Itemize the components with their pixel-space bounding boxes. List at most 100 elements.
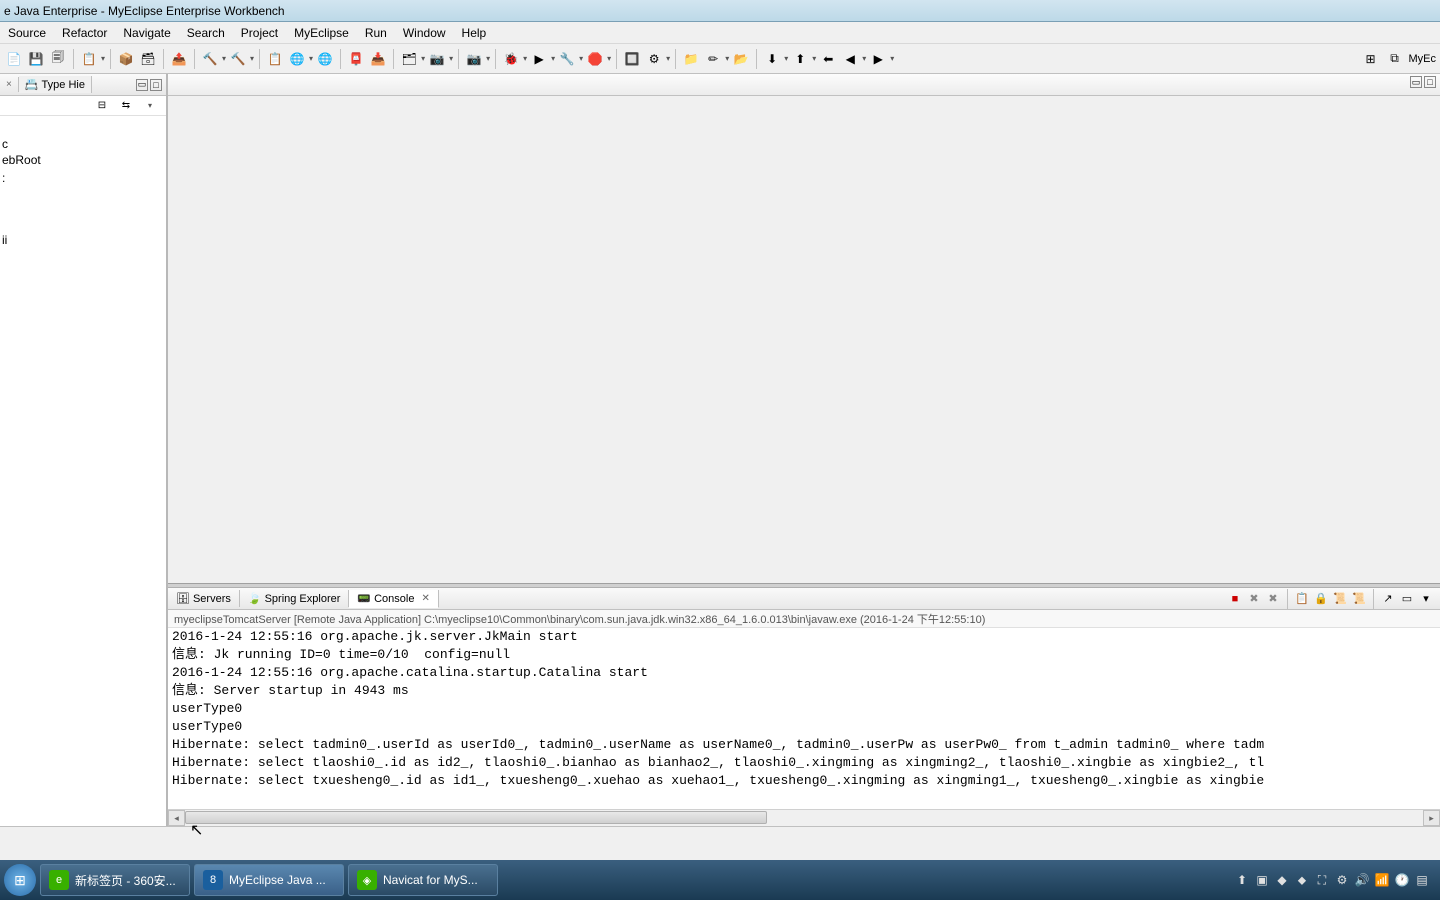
menu-window[interactable]: Window <box>395 26 454 40</box>
toolbar-button-icon[interactable]: 🐞 <box>501 49 521 69</box>
tree-item[interactable] <box>2 190 164 192</box>
toolbar-button-icon[interactable]: 🗃 <box>138 49 158 69</box>
menu-navigate[interactable]: Navigate <box>115 26 178 40</box>
toolbar-button-icon[interactable]: 🌐 <box>315 49 335 69</box>
toolbar-button-icon[interactable]: 📦 <box>116 49 136 69</box>
tray-icon[interactable]: 🔊 <box>1354 872 1370 888</box>
toolbar-button-icon[interactable]: 📋 <box>79 49 99 69</box>
start-button[interactable]: ⊞ <box>4 864 36 896</box>
tree-item[interactable]: ii <box>2 232 164 248</box>
tab-console[interactable]: 📟 Console ✕ <box>349 590 438 608</box>
menu-source[interactable]: Source <box>0 26 54 40</box>
view-menu-icon[interactable]: ▾ <box>140 96 160 116</box>
console-tool-icon[interactable]: 📜 <box>1332 591 1348 607</box>
toolbar-button-icon[interactable]: 🔨 <box>200 49 220 69</box>
toolbar-button-icon[interactable]: ◀ <box>840 49 860 69</box>
toolbar-button-icon[interactable]: 📥 <box>368 49 388 69</box>
dropdown-arrow-icon[interactable]: ▾ <box>862 54 866 63</box>
dropdown-arrow-icon[interactable]: ▾ <box>725 54 729 63</box>
dropdown-arrow-icon[interactable]: ▾ <box>449 54 453 63</box>
toolbar-button-icon[interactable]: 📁 <box>681 49 701 69</box>
toolbar-button-icon[interactable]: ▶ <box>529 49 549 69</box>
toolbar-button-icon[interactable]: 💾 <box>26 49 46 69</box>
dropdown-arrow-icon[interactable]: ▾ <box>523 54 527 63</box>
toolbar-button-icon[interactable]: ⬇ <box>762 49 782 69</box>
taskbar-item-browser[interactable]: e 新标签页 - 360安... <box>40 864 190 896</box>
toolbar-button-icon[interactable]: 📮 <box>346 49 366 69</box>
close-icon[interactable]: × <box>6 79 12 90</box>
collapse-all-icon[interactable]: ⊟ <box>92 96 112 116</box>
tab-spring-explorer[interactable]: 🍃 Spring Explorer <box>240 590 350 607</box>
toolbar-button-icon[interactable]: 📄 <box>4 49 24 69</box>
dropdown-arrow-icon[interactable]: ▾ <box>666 54 670 63</box>
dropdown-arrow-icon[interactable]: ▾ <box>486 54 490 63</box>
toolbar-button-icon[interactable]: ✏ <box>703 49 723 69</box>
dropdown-arrow-icon[interactable]: ▾ <box>222 54 226 63</box>
terminate-icon[interactable]: ■ <box>1227 591 1243 607</box>
toolbar-button-icon[interactable]: 📋 <box>265 49 285 69</box>
perspective-label[interactable]: MyEc <box>1409 53 1437 65</box>
dropdown-arrow-icon[interactable]: ▾ <box>101 54 105 63</box>
menu-myeclipse[interactable]: MyEclipse <box>286 26 357 40</box>
maximize-editor-icon[interactable]: □ <box>1424 76 1436 88</box>
tray-icon[interactable]: ▣ <box>1254 872 1270 888</box>
tree-item[interactable]: : <box>2 170 164 186</box>
console-tool-icon[interactable]: 🔒 <box>1313 591 1329 607</box>
dropdown-arrow-icon[interactable]: ▾ <box>607 54 611 63</box>
console-tool-icon[interactable]: ↗ <box>1380 591 1396 607</box>
menu-help[interactable]: Help <box>454 26 495 40</box>
tray-icon[interactable]: ⚙ <box>1334 872 1350 888</box>
toolbar-button-icon[interactable]: 📷 <box>427 49 447 69</box>
close-tab-icon[interactable]: ✕ <box>421 593 429 604</box>
tray-icon[interactable]: ⬥ <box>1294 872 1310 888</box>
console-tool-icon[interactable]: 📋 <box>1294 591 1310 607</box>
tray-icon[interactable]: ⛶ <box>1314 872 1330 888</box>
toolbar-button-icon[interactable]: 🗐 <box>48 49 68 69</box>
dropdown-arrow-icon[interactable]: ▾ <box>309 54 313 63</box>
link-editor-icon[interactable]: ⇆ <box>116 96 136 116</box>
console-tool-icon[interactable]: 📜 <box>1351 591 1367 607</box>
dropdown-arrow-icon[interactable]: ▾ <box>784 54 788 63</box>
tree-item[interactable]: ebRoot <box>2 152 164 168</box>
toolbar-button-icon[interactable]: ⚙ <box>644 49 664 69</box>
dropdown-arrow-icon[interactable]: ▾ <box>421 54 425 63</box>
scroll-thumb[interactable] <box>185 811 767 824</box>
minimize-view-icon[interactable]: ▭ <box>136 79 148 91</box>
console-tool-icon[interactable]: ▭ <box>1399 591 1415 607</box>
toolbar-button-icon[interactable]: ⬅ <box>818 49 838 69</box>
package-explorer-tree[interactable]: c ebRoot : ii <box>0 116 166 826</box>
menu-project[interactable]: Project <box>233 26 286 40</box>
taskbar-item-navicat[interactable]: ◈ Navicat for MyS... <box>348 864 498 896</box>
minimize-editor-icon[interactable]: ▭ <box>1410 76 1422 88</box>
toolbar-button-icon[interactable]: 📤 <box>169 49 189 69</box>
menu-run[interactable]: Run <box>357 26 395 40</box>
taskbar-item-myeclipse[interactable]: 8 MyEclipse Java ... <box>194 864 344 896</box>
scroll-left-icon[interactable]: ◂ <box>168 810 185 826</box>
toolbar-button-icon[interactable]: 🗂 <box>399 49 419 69</box>
tray-icon[interactable]: ⬆ <box>1234 872 1250 888</box>
tree-item[interactable]: c <box>2 136 164 152</box>
toolbar-button-icon[interactable]: 📂 <box>731 49 751 69</box>
tray-icon[interactable]: ◆ <box>1274 872 1290 888</box>
tray-icon[interactable]: 📶 <box>1374 872 1390 888</box>
remove-launch-icon[interactable]: ✖ <box>1246 591 1262 607</box>
perspective-myeclipse-icon[interactable]: ⧉ <box>1385 49 1405 69</box>
scroll-right-icon[interactable]: ▸ <box>1423 810 1440 826</box>
dropdown-arrow-icon[interactable]: ▾ <box>579 54 583 63</box>
toolbar-button-icon[interactable]: ⬆ <box>790 49 810 69</box>
horizontal-scrollbar[interactable]: ◂ ▸ <box>168 809 1440 826</box>
scroll-track[interactable] <box>185 810 1423 826</box>
toolbar-button-icon[interactable]: ▶ <box>868 49 888 69</box>
menu-refactor[interactable]: Refactor <box>54 26 115 40</box>
dropdown-arrow-icon[interactable]: ▾ <box>890 54 894 63</box>
toolbar-button-icon[interactable]: 🔲 <box>622 49 642 69</box>
maximize-view-icon[interactable]: □ <box>150 79 162 91</box>
open-perspective-icon[interactable]: ⊞ <box>1361 49 1381 69</box>
console-tool-icon[interactable]: ▾ <box>1418 591 1434 607</box>
toolbar-button-icon[interactable]: 🔨 <box>228 49 248 69</box>
menu-search[interactable]: Search <box>179 26 233 40</box>
dropdown-arrow-icon[interactable]: ▾ <box>812 54 816 63</box>
tray-icon[interactable]: ▤ <box>1414 872 1430 888</box>
dropdown-arrow-icon[interactable]: ▾ <box>551 54 555 63</box>
sidebar-tab-1[interactable]: × <box>0 77 19 92</box>
